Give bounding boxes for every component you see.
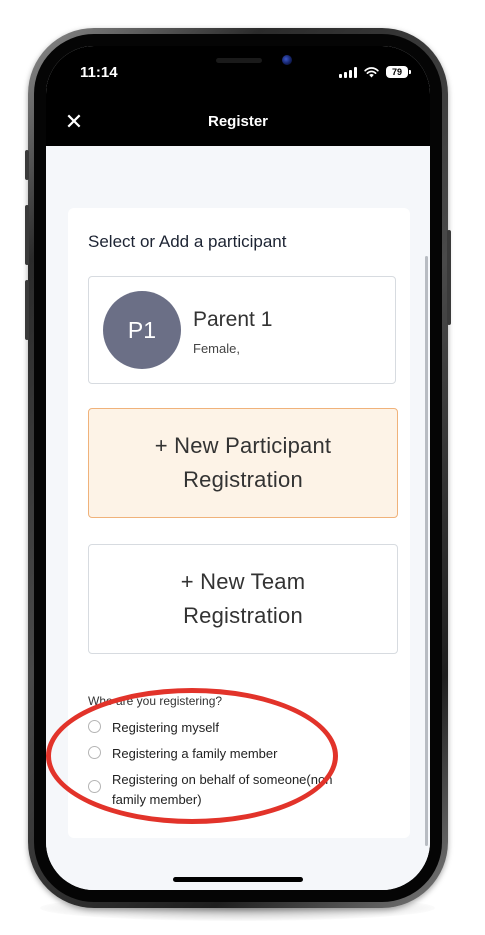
- option-label: Registering a family member: [112, 746, 278, 761]
- front-camera: [282, 55, 292, 65]
- phone-power-button: [447, 230, 451, 325]
- page-title: Register: [207, 113, 269, 130]
- scroll-content[interactable]: Select or Add a participant P1 Parent 1 …: [46, 146, 430, 890]
- participant-item-parent-1[interactable]: P1 Parent 1 Female,: [88, 276, 396, 384]
- signal-icon: [339, 66, 357, 78]
- new-participant-label-line2: Registration: [183, 467, 303, 492]
- avatar: P1: [103, 291, 181, 369]
- registering-question: Who are you registering?: [88, 694, 223, 708]
- status-time: 11:14: [80, 64, 118, 81]
- option-registering-myself[interactable]: Registering myself: [88, 718, 372, 738]
- wifi-icon: [364, 67, 379, 78]
- option-registering-family-member[interactable]: Registering a family member: [88, 744, 372, 764]
- phone-volume-down: [25, 280, 29, 340]
- option-label: Registering myself: [112, 720, 219, 735]
- participant-card: Select or Add a participant P1 Parent 1 …: [68, 208, 410, 838]
- radio-button[interactable]: [88, 780, 101, 793]
- home-indicator[interactable]: [173, 877, 303, 882]
- participant-name: Parent 1: [193, 308, 273, 331]
- battery-icon: 79: [386, 66, 411, 78]
- new-team-label-line2: Registration: [183, 603, 303, 628]
- new-team-label-line1: + New Team: [180, 569, 306, 594]
- new-team-registration-button[interactable]: + New Team Registration: [88, 544, 398, 654]
- radio-button[interactable]: [88, 720, 101, 733]
- scrollbar[interactable]: [425, 256, 428, 846]
- participant-details: Female,: [193, 341, 240, 356]
- phone-volume-up: [25, 205, 29, 265]
- new-participant-registration-button[interactable]: + New Participant Registration: [88, 408, 398, 518]
- speaker-grille: [216, 58, 262, 63]
- radio-button[interactable]: [88, 746, 101, 759]
- card-title: Select or Add a participant: [88, 232, 287, 251]
- option-label: Registering on behalf of someone(non fam…: [112, 772, 333, 807]
- app-header: 11:14 79 ✕ Register: [46, 46, 430, 146]
- phone-notch: [132, 46, 344, 80]
- status-icons: 79: [339, 65, 411, 79]
- phone-screen: 11:14 79 ✕ Register Select or Add a part…: [46, 46, 430, 890]
- phone-mute-switch: [25, 150, 29, 180]
- option-registering-on-behalf[interactable]: Registering on behalf of someone(non fam…: [88, 770, 362, 810]
- new-participant-label-line1: + New Participant: [154, 433, 332, 458]
